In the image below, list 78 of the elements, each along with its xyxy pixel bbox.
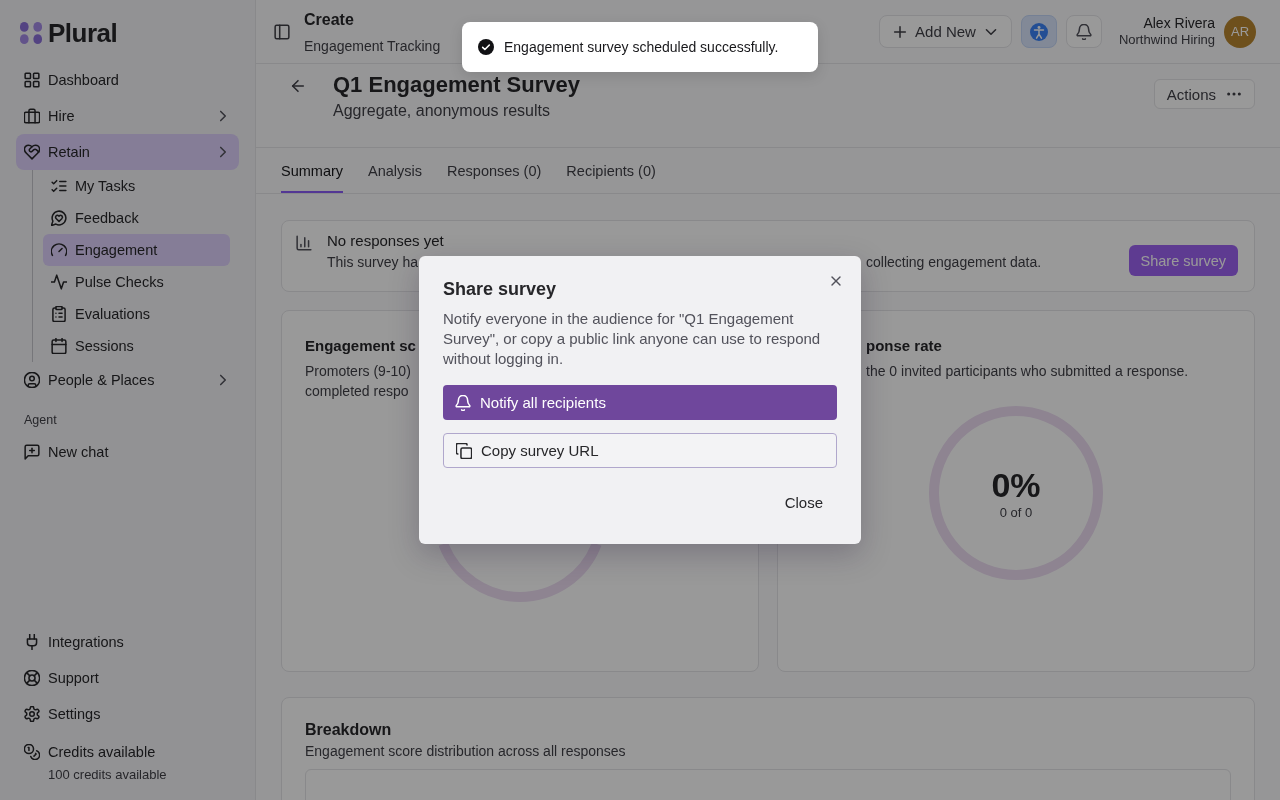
- back-button[interactable]: [290, 78, 306, 94]
- header-title: Create: [304, 9, 354, 30]
- calendar-icon: [51, 338, 67, 354]
- heart-icon: [24, 144, 40, 160]
- page-title: Q1 Engagement Survey: [333, 72, 580, 98]
- card-description: the 0 invited participants who submitted a response.: [866, 362, 1189, 381]
- card-title: Engagement sc: [305, 336, 416, 356]
- close-button[interactable]: Close: [770, 486, 837, 518]
- nav-item[interactable]: Integrations: [16, 624, 239, 660]
- copy-url-button[interactable]: Copy survey URL: [443, 433, 837, 468]
- tab[interactable]: Recipients (0): [566, 148, 656, 193]
- checklist-icon: [51, 178, 67, 194]
- tab[interactable]: Responses (0): [447, 148, 542, 193]
- chat-plus-icon: [24, 444, 40, 460]
- lifebuoy-icon: [24, 670, 40, 686]
- user-name: Alex Rivera: [1143, 15, 1215, 32]
- nav-item[interactable]: Settings: [16, 696, 239, 732]
- count-value: 0 of 0: [999, 505, 1033, 521]
- grid-icon: [24, 72, 40, 88]
- bell-icon: [455, 394, 471, 411]
- card-title: Breakdown: [305, 720, 392, 740]
- coins-icon: [24, 744, 40, 760]
- chat-heart-icon: [51, 210, 67, 226]
- sub-nav-item[interactable]: Evaluations: [43, 298, 230, 330]
- tab[interactable]: Summary: [281, 148, 344, 193]
- close-icon: [829, 274, 843, 288]
- credits-count: 100 credits available: [48, 767, 167, 783]
- sub-nav-item[interactable]: Feedback: [43, 202, 230, 234]
- accessibility-button[interactable]: [1020, 15, 1057, 48]
- card-description: Promoters (9-10): [305, 362, 411, 381]
- brand-name: Plural: [48, 17, 118, 49]
- sub-nav-item[interactable]: Pulse Checks: [43, 266, 230, 298]
- dialog-title: Share survey: [443, 278, 557, 300]
- card-description: Engagement score distribution across all responses: [305, 742, 626, 761]
- nav-item[interactable]: New chat: [16, 434, 239, 470]
- settings-icon: [24, 706, 40, 722]
- bar-chart-icon: [296, 235, 312, 251]
- add-new-button[interactable]: Add New: [879, 15, 1012, 48]
- header-subtitle: Engagement Tracking: [304, 36, 441, 55]
- bell-icon: [1075, 23, 1092, 40]
- briefcase-icon: [24, 108, 40, 124]
- banner-text: This survey ha: [327, 253, 419, 272]
- nav-item[interactable]: Dashboard: [16, 62, 239, 98]
- check-circle-icon: [478, 39, 494, 55]
- dialog-description: Notify everyone in the audience for "Q1 Engagement Survey", or copy a public link anyone can use to respond without logging in.: [443, 309, 822, 369]
- percent-value: 0%: [991, 465, 1041, 505]
- section-label: Agent: [24, 412, 57, 428]
- toast-message: Engagement survey scheduled successfully.: [504, 39, 779, 55]
- actions-button[interactable]: Actions: [1153, 79, 1255, 109]
- notify-button[interactable]: Notify all recipients: [443, 385, 837, 420]
- card-title: ponse rate: [866, 336, 942, 356]
- sub-nav-item[interactable]: My Tasks: [43, 170, 230, 202]
- banner-text: collecting engagement data.: [866, 253, 1042, 272]
- sidebar-panel-icon: [274, 23, 290, 40]
- nav-item[interactable]: Hire: [16, 98, 239, 134]
- notifications-button[interactable]: [1065, 15, 1102, 48]
- nav-item[interactable]: Support: [16, 660, 239, 696]
- clipboard-icon: [51, 306, 67, 322]
- user-org: Northwind Hiring: [1118, 32, 1215, 48]
- credits-label: Credits available: [48, 743, 157, 762]
- banner-title: No responses yet: [327, 231, 444, 251]
- nav-item[interactable]: People & Places: [16, 362, 239, 398]
- share-survey-button[interactable]: Share survey: [1128, 245, 1238, 276]
- card-description: completed respo: [305, 382, 409, 401]
- logo-icon: [20, 22, 42, 44]
- plug-icon: [24, 634, 40, 650]
- plus-icon: [892, 23, 909, 40]
- gauge-icon: [51, 242, 67, 258]
- accessibility-icon: [1029, 22, 1048, 41]
- tab[interactable]: Analysis: [368, 148, 423, 193]
- copy-icon: [456, 442, 472, 459]
- page-subtitle: Aggregate, anonymous results: [333, 101, 550, 121]
- sub-nav-item[interactable]: Sessions: [43, 330, 230, 362]
- pulse-line-icon: [51, 274, 67, 290]
- dismiss-button[interactable]: [829, 274, 843, 288]
- nav-item[interactable]: Retain: [16, 134, 239, 170]
- sub-nav-item[interactable]: Engagement: [43, 234, 230, 266]
- sidebar-toggle-button[interactable]: [274, 23, 290, 40]
